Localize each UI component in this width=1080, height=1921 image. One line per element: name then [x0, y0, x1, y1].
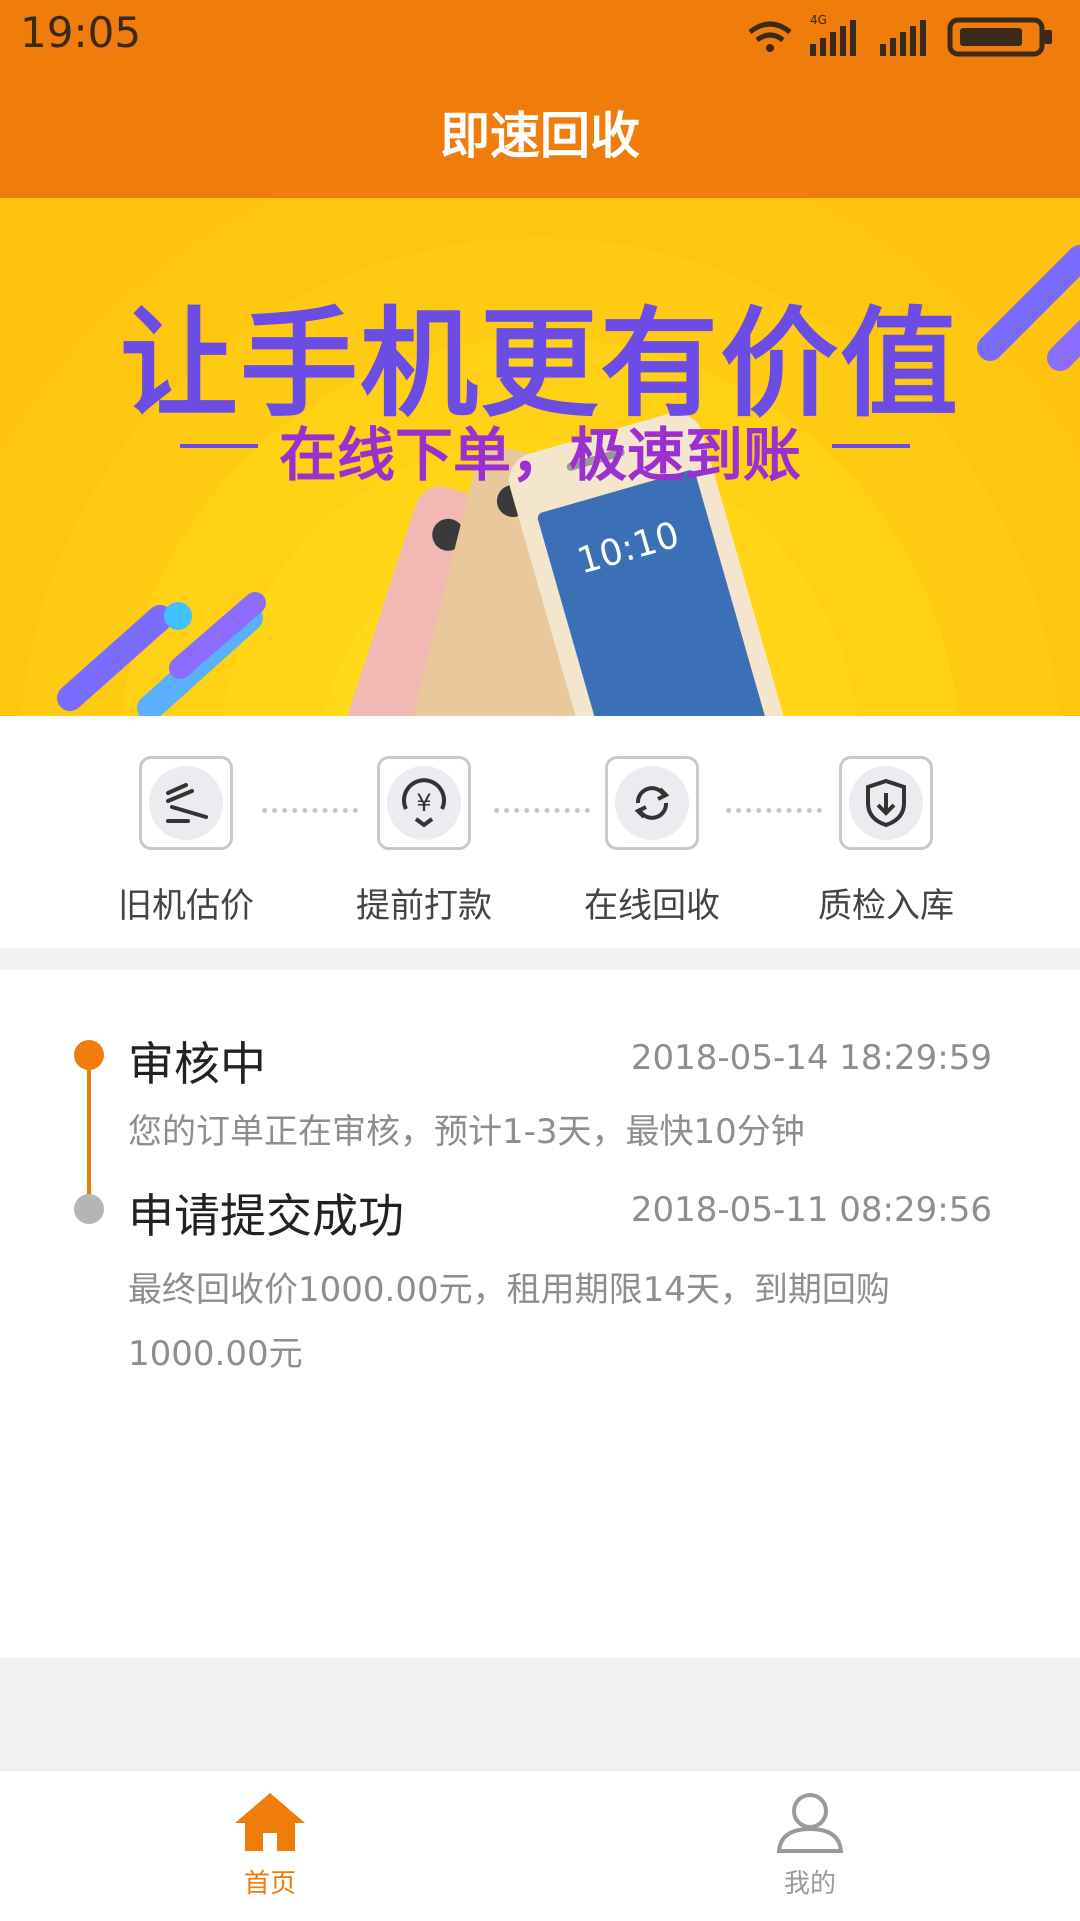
- timeline-connector: [87, 1052, 91, 1202]
- nav-mine-label: 我的: [783, 1869, 836, 1899]
- wifi-icon: [748, 21, 792, 52]
- yen-icon: ¥: [402, 778, 446, 828]
- step-online-recycle[interactable]: 在线回收: [542, 756, 762, 927]
- step-label: 旧机估价: [118, 886, 254, 926]
- app-header: 19:05 4G 即速回收: [0, 0, 1080, 198]
- bottom-nav: 首页 我的: [0, 1770, 1080, 1921]
- refresh-icon: [634, 786, 670, 820]
- nav-home[interactable]: 首页: [170, 1789, 370, 1900]
- nav-mine[interactable]: 我的: [710, 1789, 910, 1900]
- home-icon: [235, 1793, 305, 1851]
- step-label: 在线回收: [584, 886, 720, 926]
- timeline-item-title: 审核中: [128, 1037, 266, 1091]
- shield-download-icon: [866, 778, 906, 828]
- status-time: 19:05: [20, 8, 142, 57]
- page-title: 即速回收: [440, 107, 640, 165]
- step-advance-payment[interactable]: ¥ 提前打款: [314, 756, 534, 927]
- signal-4g-icon: 4G: [810, 13, 856, 56]
- status-icons: 4G: [748, 13, 1052, 57]
- step-label: 质检入库: [818, 886, 954, 926]
- banner-subline: 在线下单，极速到账: [278, 421, 801, 489]
- svg-text:¥: ¥: [416, 789, 431, 817]
- timeline-item-desc: 您的订单正在审核，预计1-3天，最快10分钟: [128, 1112, 805, 1152]
- step-inspection-storage[interactable]: 质检入库: [776, 756, 996, 927]
- battery-icon: [947, 17, 1052, 57]
- banner-rule-right: [832, 444, 910, 448]
- signal-icon: [880, 20, 926, 56]
- timeline-item-title: 申请提交成功: [128, 1189, 404, 1243]
- step-label: 提前打款: [356, 886, 492, 926]
- timeline-item-time: 2018-05-11 08:29:56: [630, 1190, 992, 1230]
- order-timeline: 审核中 2018-05-14 18:29:59 您的订单正在审核，预计1-3天，…: [0, 970, 1080, 1658]
- timeline-item-time: 2018-05-14 18:29:59: [630, 1038, 992, 1078]
- svg-text:4G: 4G: [810, 13, 827, 27]
- timeline-item-desc: 最终回收价1000.00元，租用期限14天，到期回购1000.00元: [128, 1270, 890, 1374]
- promo-banner[interactable]: 10:10 让手机更有价值 在线下单，极速到账: [0, 198, 1080, 716]
- user-icon: [776, 1793, 844, 1853]
- timeline-dot-done: [74, 1194, 104, 1224]
- gavel-icon: [166, 783, 208, 823]
- nav-home-label: 首页: [243, 1869, 296, 1899]
- step-valuation[interactable]: 旧机估价: [76, 756, 296, 927]
- process-steps: 旧机估价 ¥ 提前打款 在线回收 质检入库: [0, 716, 1080, 948]
- timeline-dot-active: [74, 1040, 104, 1070]
